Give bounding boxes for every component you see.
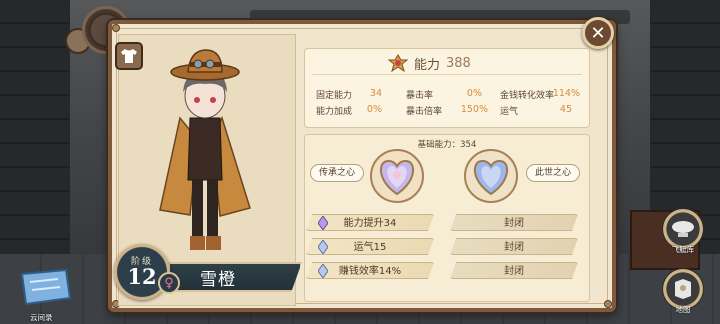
stage-number: 12 [127, 264, 157, 289]
stat-value: 0% [466, 88, 482, 99]
close-icon: ✕ [590, 22, 606, 44]
character-name: 雪橙 [200, 270, 236, 290]
airship-dock-label: 飞艇库 [671, 245, 695, 254]
inherit-heart-label: 传承之心 [310, 164, 365, 182]
close-button[interactable]: ✕ [582, 17, 614, 49]
stat-label: 暴击率 [406, 91, 434, 101]
sealed-slot[interactable]: 封闭 [450, 214, 578, 231]
power-label: 能力 [414, 57, 441, 73]
blue-gem-icon [318, 240, 328, 254]
power-emblem-icon [388, 54, 408, 72]
shirt-icon [121, 49, 137, 63]
stat-value: 114% [552, 88, 580, 99]
stat-label: 运气 [500, 107, 519, 117]
blue-gem-icon [318, 264, 328, 278]
rivet [112, 24, 120, 32]
map-label: 地图 [675, 305, 691, 314]
rivet [604, 300, 612, 308]
slot-text: 封闭 [504, 242, 524, 253]
outfit-button[interactable] [115, 42, 143, 70]
current-heart-label: 此世之心 [526, 164, 581, 182]
slot-text: 能力提升34 [343, 218, 397, 229]
cloud-map-label: 云间录 [30, 313, 53, 322]
sealed-slot[interactable]: 封闭 [450, 238, 578, 255]
stat-value: 45 [559, 104, 572, 115]
cloud-map-button[interactable] [18, 268, 72, 308]
character-illustration [159, 49, 251, 250]
sealed-slot[interactable]: 封闭 [450, 262, 578, 279]
stat-label: 暴击倍率 [406, 107, 443, 117]
slot-text: 赚钱效率14% [338, 266, 402, 277]
power-title: 能力 388 [388, 52, 471, 74]
gender-symbol: ♀ [164, 275, 174, 291]
purple-gem-icon [318, 216, 328, 230]
inherit-heart-icon[interactable] [366, 148, 428, 204]
stat-value: 0% [366, 104, 382, 115]
stat-value: 34 [369, 88, 382, 99]
slot-text: 运气15 [353, 242, 387, 253]
stats-divider [312, 74, 582, 75]
power-value: 388 [446, 55, 471, 71]
slot-text: 封闭 [504, 266, 524, 277]
current-heart-icon[interactable] [460, 148, 522, 204]
female-icon: ♀ [158, 272, 180, 294]
slot-text: 封闭 [504, 218, 524, 229]
base-power: 基础能力：354 [417, 140, 477, 150]
stat-value: 150% [460, 104, 488, 115]
